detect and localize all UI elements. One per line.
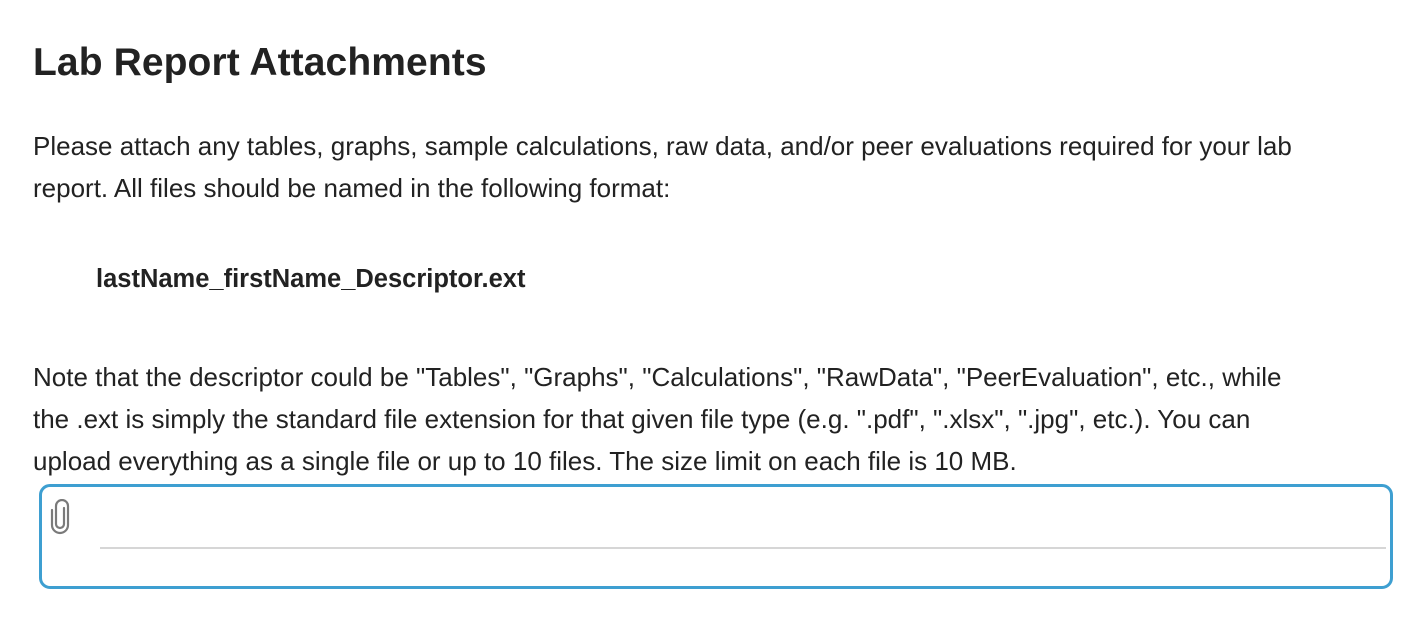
- paperclip-icon[interactable]: [48, 499, 72, 535]
- file-input-underline[interactable]: [100, 547, 1386, 549]
- note-paragraph: Note that the descriptor could be "Table…: [33, 356, 1395, 482]
- filename-format: lastName_firstName_Descriptor.ext: [96, 265, 526, 293]
- intro-line: report. All files should be named in the…: [33, 173, 671, 203]
- note-line: the .ext is simply the standard file ext…: [33, 404, 1251, 434]
- intro-paragraph: Please attach any tables, graphs, sample…: [33, 125, 1395, 209]
- page-title: Lab Report Attachments: [33, 41, 487, 84]
- file-upload-field[interactable]: [39, 484, 1393, 589]
- intro-line: Please attach any tables, graphs, sample…: [33, 131, 1292, 161]
- note-line: upload everything as a single file or up…: [33, 446, 1017, 476]
- note-line: Note that the descriptor could be "Table…: [33, 362, 1282, 392]
